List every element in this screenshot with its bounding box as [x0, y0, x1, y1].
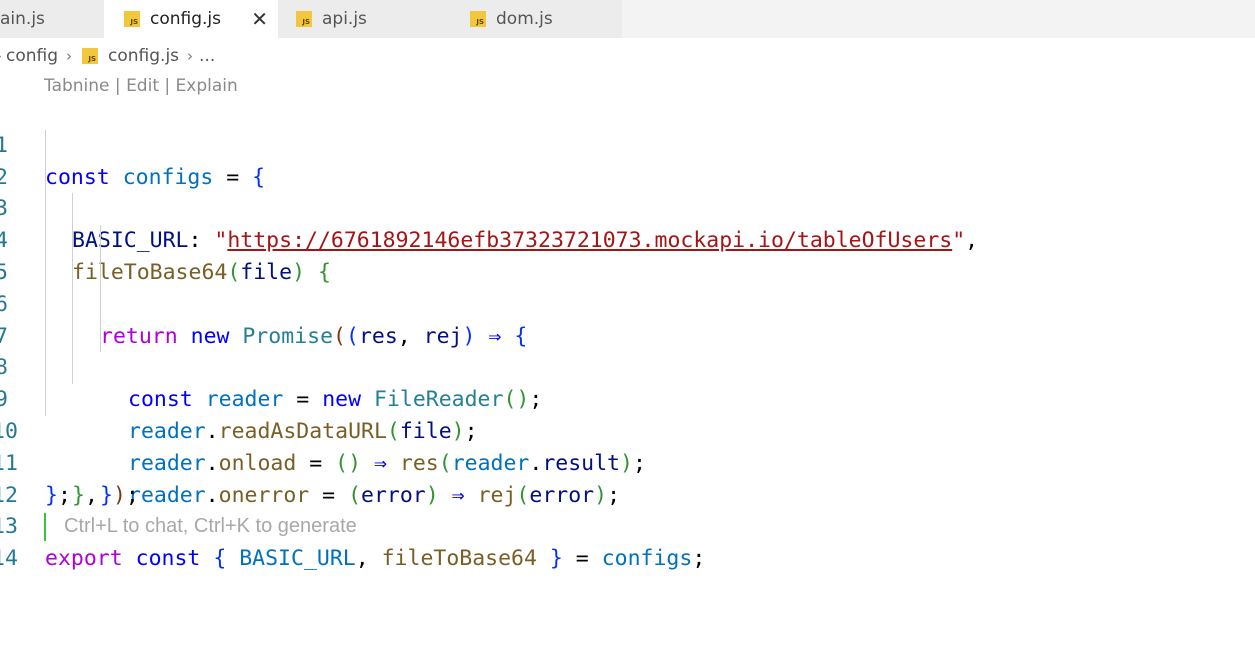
- code-line: 3 fileToBase64(file) {: [0, 161, 1255, 285]
- tab-main-js[interactable]: ain.js: [0, 0, 104, 38]
- tab-label: dom.js: [496, 9, 553, 29]
- code-line: 1 const configs = {: [0, 98, 1255, 190]
- line-number: 14: [0, 546, 18, 572]
- indent-guide: [72, 193, 73, 226]
- javascript-file-icon: JS: [124, 11, 140, 27]
- code-editor[interactable]: 1 const configs = { 2 BASIC_URL: "https:…: [0, 98, 1255, 571]
- indent-guide: [45, 384, 46, 416]
- javascript-file-icon: JS: [82, 48, 99, 64]
- identifier: configs: [601, 546, 693, 572]
- codelens-separator: |: [109, 76, 127, 96]
- tab-dom-js[interactable]: JS dom.js: [450, 0, 622, 38]
- indent-guide: [72, 256, 73, 289]
- indent-guide: [45, 288, 46, 321]
- code-line: 10 },: [0, 384, 1255, 508]
- code-line: 11 };: [0, 416, 1255, 508]
- keyword: const: [135, 546, 201, 572]
- indent-guide: [45, 225, 46, 257]
- code-line: 6 reader.readAsDataURL(file);: [0, 256, 1255, 444]
- tab-label: config.js: [150, 9, 222, 29]
- breadcrumb: › config › JS config.js › ...: [0, 44, 215, 68]
- text-cursor: [44, 513, 46, 542]
- indent-guide: [45, 193, 46, 226]
- code-line: 14 Ctrl+L to chat, Ctrl+K to generate: [0, 511, 1255, 571]
- indent-guide: [72, 225, 73, 257]
- code-line: 12: [0, 448, 1255, 508]
- code-line: 4 return new Promise((res, rej) ⇒ {: [0, 193, 1255, 349]
- code-line: 13 export const { BASIC_URL, fileToBase6…: [0, 480, 1255, 571]
- indent-guide: [72, 352, 73, 385]
- chevron-right-icon: ›: [0, 47, 2, 65]
- code-line: 2 BASIC_URL: "https://6761892146efb37323…: [0, 129, 1255, 253]
- code-line: 8 reader.onerror = (error) ⇒ rej(error);: [0, 320, 1255, 508]
- identifier: fileToBase64: [381, 546, 537, 572]
- brace: }: [549, 546, 563, 572]
- breadcrumb-ellipsis[interactable]: ...: [199, 46, 215, 66]
- breadcrumb-file[interactable]: config.js: [108, 46, 179, 66]
- brace: {: [213, 546, 227, 572]
- indent-guide: [45, 320, 46, 353]
- indent-guide: [45, 161, 46, 194]
- codelens-explain[interactable]: Explain: [176, 76, 238, 96]
- code-line: 5 const reader = new FileReader();: [0, 225, 1255, 412]
- identifier: BASIC_URL: [239, 546, 356, 572]
- code-line: 9 });: [0, 352, 1255, 508]
- close-icon[interactable]: ✕: [251, 7, 268, 31]
- indent-guide: [100, 225, 101, 257]
- tab-label: api.js: [322, 9, 367, 29]
- codelens-tabnine[interactable]: Tabnine: [44, 76, 110, 96]
- indent-guide: [100, 256, 101, 289]
- code-line: 7 reader.onload = () ⇒ res(reader.result…: [0, 288, 1255, 476]
- indent-guide: [100, 320, 101, 353]
- indent-guide: [100, 288, 101, 321]
- indent-guide: [72, 320, 73, 353]
- indent-guide: [45, 129, 46, 162]
- javascript-file-icon: JS: [470, 11, 486, 27]
- tab-config-js[interactable]: JS config.js ✕: [104, 0, 278, 38]
- ai-hint-placeholder: Ctrl+L to chat, Ctrl+K to generate: [64, 515, 357, 538]
- codelens: Tabnine | Edit | Explain: [44, 76, 238, 96]
- indent-guide: [45, 352, 46, 385]
- codelens-edit[interactable]: Edit: [126, 76, 159, 96]
- indent-guide: [45, 256, 46, 289]
- tab-api-js[interactable]: JS api.js: [278, 0, 450, 38]
- chevron-right-icon: ›: [66, 47, 73, 65]
- codelens-separator: |: [158, 76, 176, 96]
- tab-label: ain.js: [0, 9, 45, 29]
- indent-guide: [72, 288, 73, 321]
- tab-bar: ain.js JS config.js ✕ JS api.js JS dom.j…: [0, 0, 1255, 38]
- keyword: export: [45, 546, 123, 572]
- javascript-file-icon: JS: [296, 11, 312, 27]
- chevron-right-icon: ›: [187, 47, 194, 65]
- breadcrumb-folder[interactable]: config: [6, 46, 58, 66]
